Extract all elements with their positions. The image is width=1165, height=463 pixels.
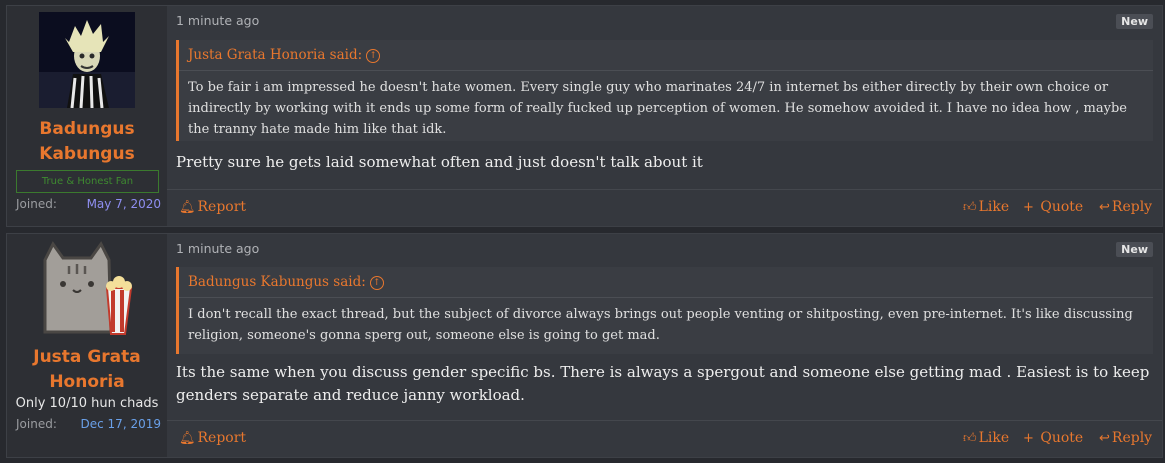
quote-text: I don't recall the exact thread, but the… [188,307,1133,343]
like-label: Like [978,430,1010,446]
quote-label: Quote [1040,199,1084,215]
joined-date: Dec 17, 2019 [80,417,161,431]
post-content: 1 minute ago New Badungus Kabungus said:… [167,234,1162,457]
arrow-up-circle-icon[interactable]: ↑ [366,48,381,63]
user-sidebar: Justa Grata Honoria Only 10/10 hun chads… [7,234,167,457]
quote-text: To be fair i am impressed he doesn't hat… [188,80,1127,137]
reply-button[interactable]: ↩ Reply [1099,430,1152,446]
thumbs-up-icon: 👍︎ [963,200,977,215]
reply-label: Reply [1111,199,1153,215]
joined-label: Joined: [16,197,57,211]
plus-icon: + [1023,200,1034,215]
reply-arrow-icon: ↩ [1099,431,1110,446]
username-line2[interactable]: Honoria [7,370,167,395]
like-label: Like [978,199,1010,215]
pusheen-popcorn-avatar-icon[interactable] [39,240,135,336]
quote-button[interactable]: + Quote [1023,199,1083,215]
username-line1[interactable]: Badungus [7,117,167,142]
bell-icon: 🔔︎ [179,200,196,215]
quote-divider [179,297,1153,298]
reply-arrow-icon: ↩ [1099,200,1110,215]
quote-header[interactable]: Justa Grata Honoria said: ↑ [188,47,381,63]
bell-icon: 🔔︎ [179,431,196,446]
report-button[interactable]: 🔔︎ Report [179,430,246,446]
username-line2[interactable]: Kabungus [7,142,167,167]
like-button[interactable]: 👍︎ Like [963,430,1009,446]
username[interactable]: Badungus Kabungus [7,117,167,167]
report-label: Report [197,430,247,446]
quote-button[interactable]: + Quote [1023,430,1083,446]
post-body: Its the same when you discuss gender spe… [176,363,1150,404]
user-title-badge: True & Honest Fan [16,170,159,193]
joined-label: Joined: [16,417,57,431]
user-sidebar: Badungus Kabungus True & Honest Fan Join… [7,6,167,226]
post-content: 1 minute ago New Justa Grata Honoria sai… [167,6,1162,226]
joined-row: Joined: May 7, 2020 [16,197,161,211]
quote-divider [179,70,1153,71]
plus-icon: + [1023,431,1034,446]
quote-header[interactable]: Badungus Kabungus said: ↑ [188,274,384,290]
beetlejuice-avatar-icon[interactable] [39,12,135,108]
username[interactable]: Justa Grata Honoria [7,345,167,395]
report-label: Report [197,199,247,215]
new-badge: New [1116,242,1153,257]
thumbs-up-icon: 👍︎ [963,431,977,446]
post-footer: 🔔︎ Report 👍︎ Like + Quote ↩ Reply [167,420,1162,457]
quote-author[interactable]: Badungus Kabungus said: [188,274,366,290]
quote-block: Badungus Kabungus said: ↑ I don't recall … [176,267,1153,354]
new-badge: New [1116,14,1153,29]
quote-block: Justa Grata Honoria said: ↑ To be fair i … [176,40,1153,141]
post-body: Pretty sure he gets laid somewhat often … [176,153,703,171]
reply-label: Reply [1111,430,1153,446]
post: Justa Grata Honoria Only 10/10 hun chads… [6,233,1163,458]
like-button[interactable]: 👍︎ Like [963,199,1009,215]
joined-row: Joined: Dec 17, 2019 [16,417,161,431]
arrow-up-circle-icon[interactable]: ↑ [369,275,384,290]
report-button[interactable]: 🔔︎ Report [179,199,246,215]
joined-date: May 7, 2020 [86,197,161,211]
quote-label: Quote [1040,430,1084,446]
reply-button[interactable]: ↩ Reply [1099,199,1152,215]
post-footer: 🔔︎ Report 👍︎ Like + Quote ↩ Reply [167,189,1162,226]
user-title: Only 10/10 hun chads [15,396,159,411]
username-line1[interactable]: Justa Grata [7,345,167,370]
post-time[interactable]: 1 minute ago [176,241,259,256]
post-time[interactable]: 1 minute ago [176,13,259,28]
quote-author[interactable]: Justa Grata Honoria said: [188,47,362,63]
post: Badungus Kabungus True & Honest Fan Join… [6,5,1163,227]
